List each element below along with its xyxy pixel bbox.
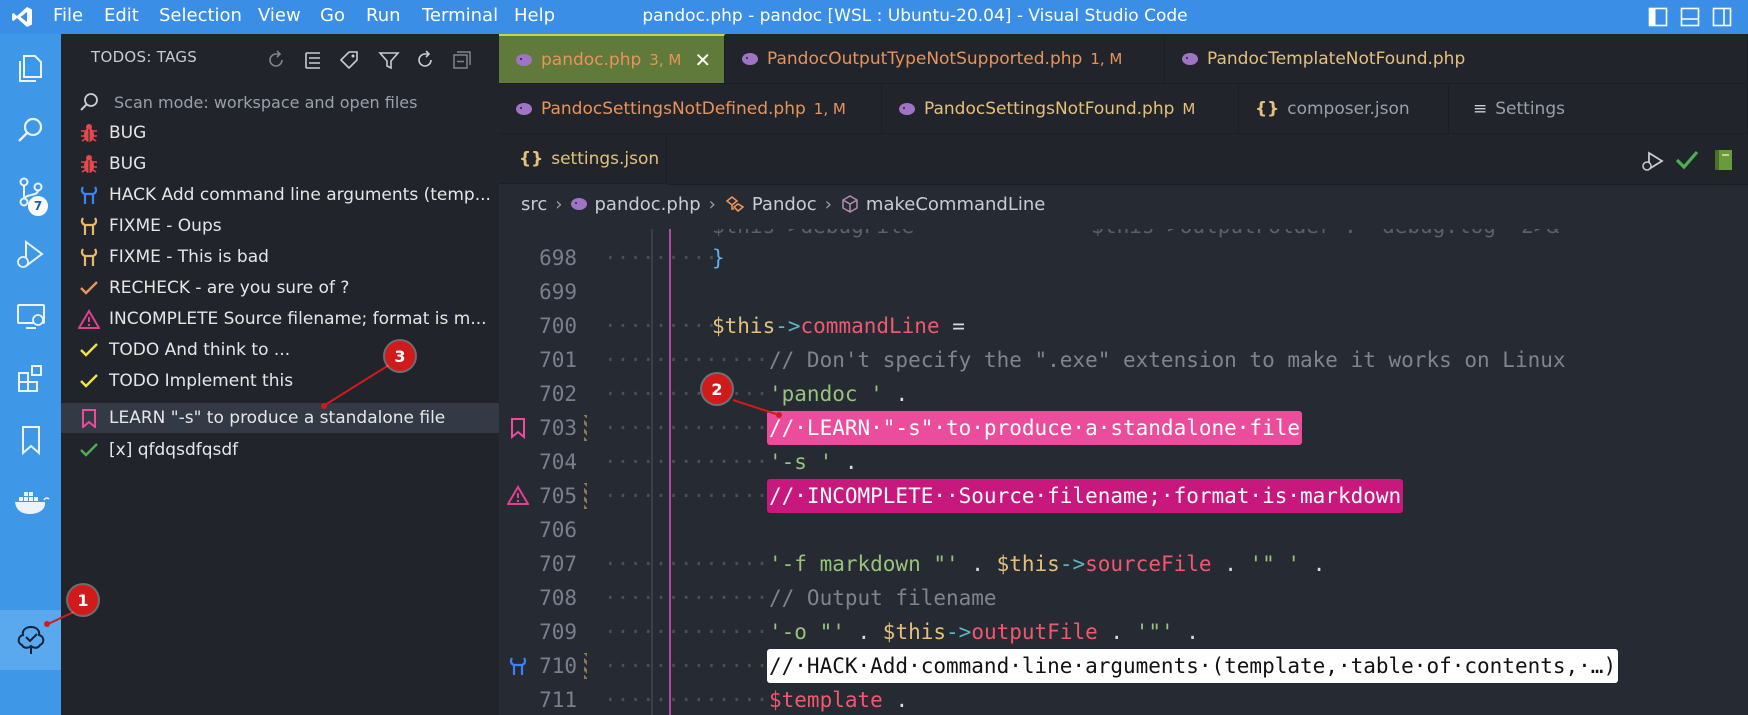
annotation-arrows: [44, 364, 782, 627]
annotation-marker: 1: [68, 585, 98, 615]
annotation-marker: 2: [702, 374, 732, 404]
annotation-marker: 3: [385, 341, 415, 371]
